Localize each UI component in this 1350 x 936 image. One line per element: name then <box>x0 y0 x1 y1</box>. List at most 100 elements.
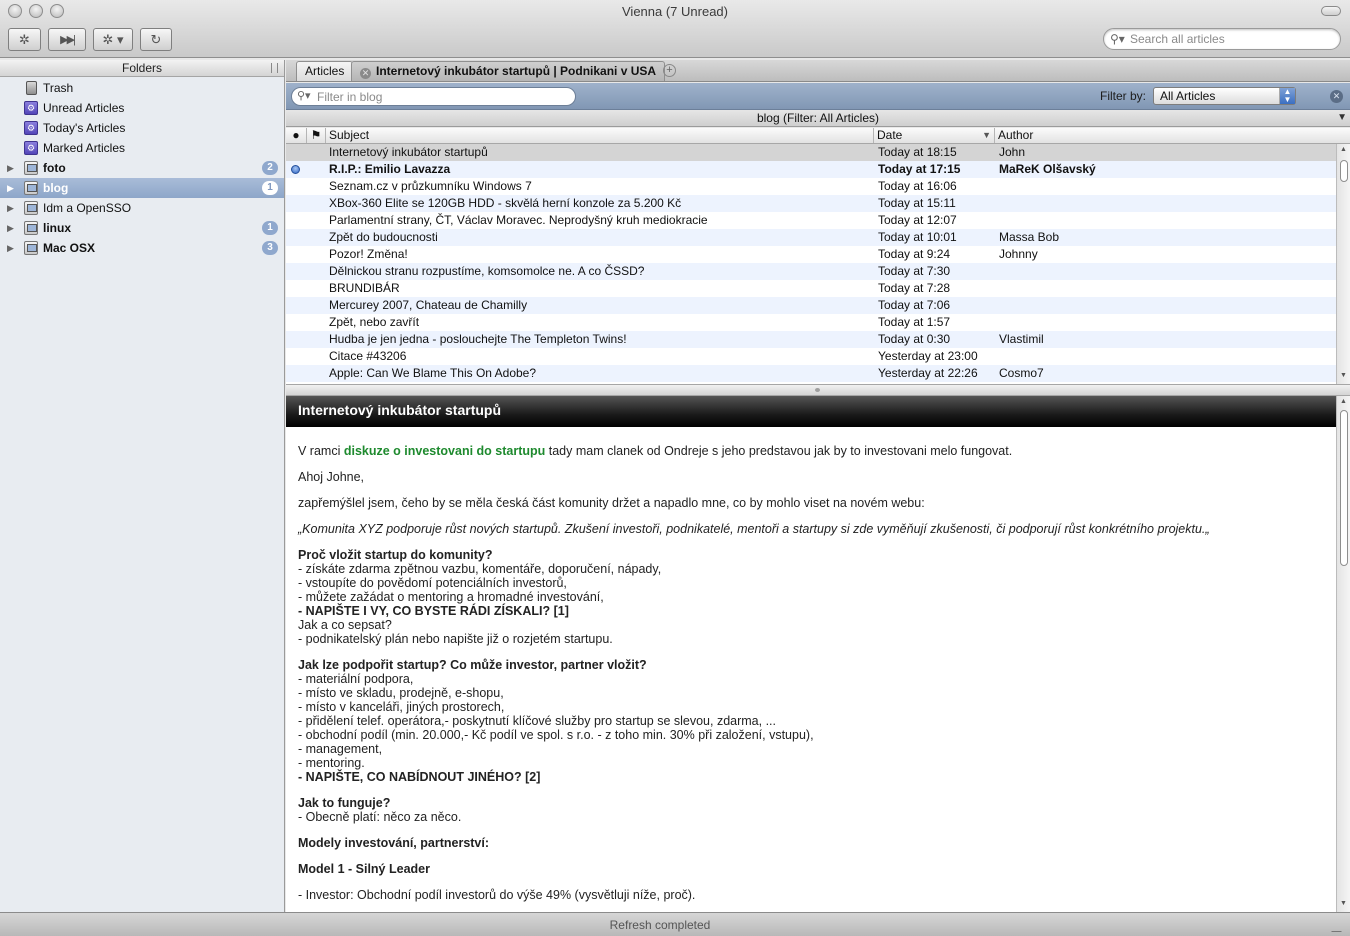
list-line: - mentoring. <box>298 756 365 770</box>
article-list: Internetový inkubátor startupů Today at 1… <box>286 144 1336 384</box>
list-title-bar: blog (Filter: All Articles) ▼ <box>286 110 1350 127</box>
discussion-link[interactable]: diskuze o investovani do startupu <box>344 444 545 458</box>
column-date[interactable]: Date ▼ <box>874 128 995 143</box>
row-author: Massa Bob <box>999 230 1060 244</box>
gear-button[interactable]: ✲ <box>8 28 41 51</box>
scroll-down-icon[interactable]: ▼ <box>1340 900 1347 907</box>
column-author[interactable]: Author <box>995 128 1350 143</box>
row-author: Johnny <box>999 247 1038 261</box>
folders-sidebar: Folders Trash Unread Articles Today's Ar… <box>0 60 285 912</box>
list-line: - Investor: Obchodní podíl investorů do … <box>298 888 696 902</box>
table-row[interactable]: Apple: Can We Blame This On Adobe? Yester… <box>286 365 1336 382</box>
list-scroll-thumb[interactable] <box>1340 160 1348 182</box>
section-heading: Jak lze podpořit startup? Co může invest… <box>298 658 647 672</box>
list-line: - obchodní podíl (min. 20.000,- Kč podíl… <box>298 728 814 742</box>
smart-folder-icon <box>24 138 38 158</box>
list-scrollbar[interactable]: ▲ ▼ <box>1336 144 1350 384</box>
row-date: Today at 7:30 <box>878 264 951 278</box>
table-row[interactable]: Dělnickou stranu rozpustíme, komsomolce … <box>286 263 1336 280</box>
column-subject[interactable]: Subject <box>326 128 874 143</box>
action-menu-button[interactable]: ✲ ▾ <box>93 28 133 51</box>
sidebar-item-idm-opensso[interactable]: ▶ Idm a OpenSSO <box>0 198 284 218</box>
feed-folder-icon <box>24 221 38 235</box>
scroll-down-icon[interactable]: ▼ <box>1340 372 1347 379</box>
table-row[interactable]: Citace #43206 Yesterday at 23:00 <box>286 348 1336 365</box>
feed-folder-icon <box>24 201 38 215</box>
article-title: Internetový inkubátor startupů <box>286 396 1336 427</box>
column-read-status[interactable]: ● <box>286 128 307 143</box>
row-author: John <box>999 145 1026 159</box>
toolbar-toggle-button[interactable] <box>1321 6 1341 16</box>
filter-input[interactable] <box>317 89 567 104</box>
feed-folder-icon <box>24 181 38 195</box>
disclosure-triangle-icon[interactable]: ▶ <box>7 198 14 218</box>
row-date: Today at 15:11 <box>878 196 956 210</box>
table-row[interactable]: Parlamentní strany, ČT, Václav Moravec. … <box>286 212 1336 229</box>
resize-grip-icon[interactable] <box>1331 922 1350 932</box>
table-row[interactable]: BRUNDIBÁR Today at 7:28 <box>286 280 1336 297</box>
scroll-up-icon[interactable]: ▲ <box>1340 146 1347 153</box>
article-scroll-thumb[interactable] <box>1340 410 1348 566</box>
column-header: ● ⚑ Subject Date ▼ Author <box>286 128 1350 144</box>
table-row[interactable]: Internetový inkubátor startupů Today at 1… <box>286 144 1336 161</box>
close-filter-button[interactable]: ✕ <box>1330 90 1343 103</box>
row-date: Today at 7:06 <box>878 298 951 312</box>
row-subject: Internetový inkubátor startupů <box>329 145 488 159</box>
table-row[interactable]: Pozor! Změna! Today at 9:24 Johnny <box>286 246 1336 263</box>
article-scrollbar[interactable]: ▲ ▼ <box>1336 396 1350 912</box>
section-heading: Modely investování, partnerství: <box>298 836 490 850</box>
pane-splitter[interactable] <box>286 384 1350 396</box>
unread-count-badge: 1 <box>262 221 278 235</box>
disclosure-triangle-icon[interactable]: ▶ <box>7 178 14 198</box>
skip-forward-icon: ▶▶| <box>60 34 76 46</box>
table-row[interactable]: R.I.P.: Emilio Lavazza Today at 17:15 MaRe… <box>286 161 1336 178</box>
article-greeting: Ahoj Johne, <box>298 470 365 484</box>
section-why: Proč vložit startup do komunity? - získá… <box>298 548 1324 646</box>
dropdown-triangle-icon[interactable]: ▼ <box>1337 110 1347 126</box>
table-row[interactable]: Zpět, nebo zavřít Today at 1:57 <box>286 314 1336 331</box>
search-all-field[interactable]: ⚲▾ <box>1103 28 1341 50</box>
disclosure-triangle-icon[interactable]: ▶ <box>7 218 14 238</box>
filter-by-label: Filter by: <box>1100 89 1147 103</box>
section-heading: Jak to funguje? <box>298 796 391 810</box>
scroll-up-icon[interactable]: ▲ <box>1340 398 1347 405</box>
filter-field[interactable]: ⚲▾ <box>291 87 576 106</box>
sidebar-item-linux[interactable]: ▶ linux 1 <box>0 218 284 238</box>
sidebar-item-blog[interactable]: ▶ blog 1 <box>0 178 284 198</box>
table-row[interactable]: Mercurey 2007, Chateau de Chamilly Today … <box>286 297 1336 314</box>
list-line-emphasis: - NAPIŠTE I VY, CO BYSTE RÁDI ZÍSKALI? [… <box>298 604 569 618</box>
filter-select[interactable]: All Articles ▲ ▼ <box>1153 87 1296 105</box>
sidebar-item-label: linux <box>43 221 72 235</box>
close-icon: ✕ <box>1332 91 1341 101</box>
tab-web-page[interactable]: ✕ Internetový inkubátor startupů | Podnik… <box>351 61 666 81</box>
disclosure-triangle-icon[interactable]: ▶ <box>7 158 14 178</box>
search-icon: ⚲▾ <box>1110 32 1125 46</box>
sidebar-item-foto[interactable]: ▶ foto 2 <box>0 158 284 178</box>
skip-unread-button[interactable]: ▶▶| <box>48 28 86 51</box>
unread-dot-icon[interactable] <box>291 165 300 174</box>
column-flag[interactable]: ⚑ <box>307 128 326 143</box>
disclosure-triangle-icon[interactable]: ▶ <box>7 238 14 258</box>
new-tab-button[interactable]: + <box>663 64 676 77</box>
table-row[interactable]: Zpět do budoucnosti Today at 10:01 Massa B… <box>286 229 1336 246</box>
search-all-input[interactable] <box>1130 31 1335 47</box>
section-heading: Proč vložit startup do komunity? <box>298 548 493 562</box>
sidebar-item-mac-osx[interactable]: ▶ Mac OSX 3 <box>0 238 284 258</box>
sidebar-item-unread-articles[interactable]: Unread Articles <box>0 98 284 118</box>
sidebar-item-trash[interactable]: Trash <box>0 78 284 98</box>
refresh-button[interactable]: ↻ <box>140 28 172 51</box>
list-line-emphasis: - NAPIŠTE, CO NABÍDNOUT JINÉHO? [2] <box>298 770 541 784</box>
table-row[interactable]: Hudba je jen jedna - poslouchejte The Te… <box>286 331 1336 348</box>
sidebar-item-marked-articles[interactable]: Marked Articles <box>0 138 284 158</box>
sidebar-item-label: Idm a OpenSSO <box>43 201 132 215</box>
tab-articles[interactable]: Articles <box>296 61 354 81</box>
column-date-label: Date <box>877 128 903 142</box>
table-row[interactable]: XBox-360 Elite se 120GB HDD - skvělá her… <box>286 195 1336 212</box>
close-tab-icon[interactable]: ✕ <box>360 68 371 79</box>
column-subject-label: Subject <box>329 128 370 142</box>
sidebar-resize-handle[interactable] <box>271 63 278 73</box>
sidebar-item-label: Trash <box>43 81 74 95</box>
table-row[interactable]: Seznam.cz v průzkumníku Windows 7 Today a… <box>286 178 1336 195</box>
sidebar-item-todays-articles[interactable]: Today's Articles <box>0 118 284 138</box>
unread-count-badge: 2 <box>262 161 278 175</box>
